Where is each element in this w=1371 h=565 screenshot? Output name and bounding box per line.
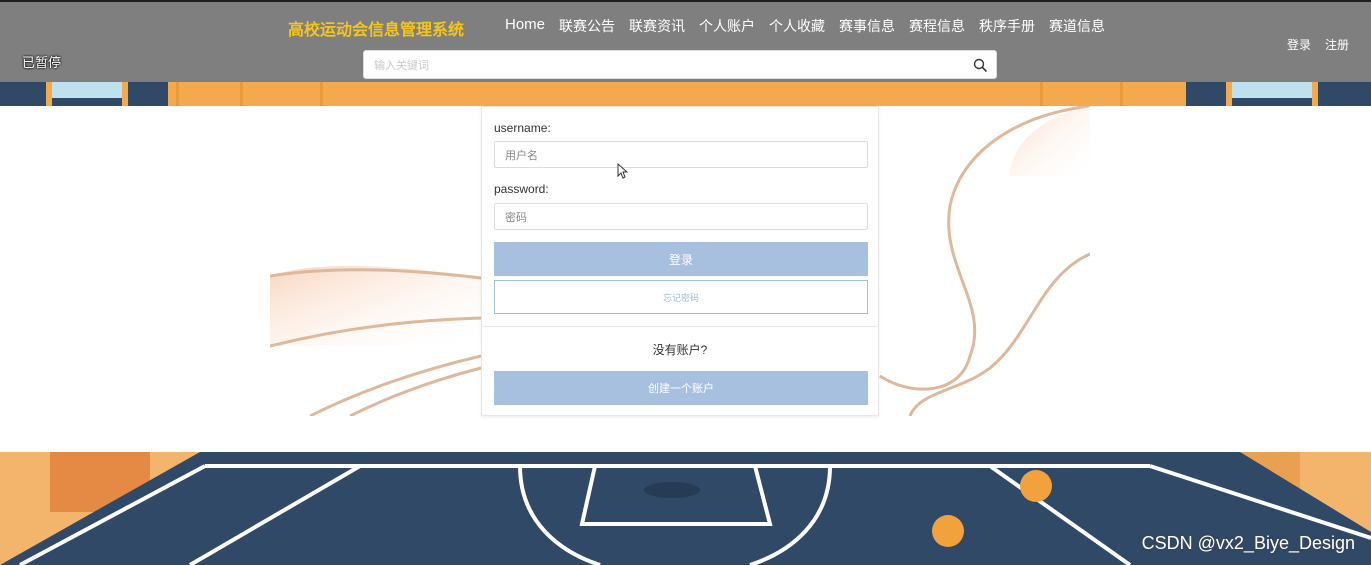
- register-link[interactable]: 注册: [1325, 36, 1349, 53]
- top-navbar: 已暂停 高校运动会信息管理系统 Home 联赛公告 联赛资讯 个人账户 个人收藏…: [0, 0, 1371, 82]
- search-bar: [363, 50, 997, 79]
- forgot-password-button[interactable]: 忘记密码: [494, 280, 868, 314]
- nav-item-schedule[interactable]: 赛程信息: [909, 16, 965, 36]
- search-input[interactable]: [372, 56, 966, 76]
- password-label: password:: [494, 182, 549, 196]
- login-link[interactable]: 登录: [1287, 36, 1311, 53]
- paused-indicator: 已暂停: [22, 55, 62, 70]
- main-nav: Home 联赛公告 联赛资讯 个人账户 个人收藏 赛事信息 赛程信息 秩序手册 …: [505, 16, 1119, 36]
- nav-item-news[interactable]: 联赛资讯: [629, 16, 685, 36]
- mouse-cursor-icon: [617, 163, 629, 179]
- nav-item-home[interactable]: Home: [505, 16, 545, 36]
- nav-item-handbook[interactable]: 秩序手册: [979, 16, 1035, 36]
- password-field: [494, 203, 868, 230]
- background-wall: [0, 82, 1371, 106]
- nav-item-tracks[interactable]: 赛道信息: [1049, 16, 1105, 36]
- login-button[interactable]: 登录: [494, 242, 868, 276]
- username-input[interactable]: [503, 147, 857, 165]
- site-title[interactable]: 高校运动会信息管理系统: [288, 16, 464, 40]
- username-field: [494, 141, 868, 168]
- auth-links: 登录 注册: [1287, 36, 1349, 53]
- nav-item-events[interactable]: 赛事信息: [839, 16, 895, 36]
- username-label: username:: [494, 121, 551, 135]
- watermark: CSDN @vx2_Biye_Design: [1141, 533, 1355, 553]
- create-account-button[interactable]: 创建一个账户: [494, 371, 868, 405]
- nav-item-account[interactable]: 个人账户: [699, 16, 755, 36]
- card-divider: [482, 326, 878, 327]
- login-card: username: password: 登录 忘记密码 没有账户? 创建一个账户: [481, 106, 879, 416]
- no-account-text: 没有账户?: [652, 343, 708, 357]
- search-icon[interactable]: [972, 57, 988, 73]
- password-input[interactable]: [503, 209, 857, 227]
- nav-item-favorites[interactable]: 个人收藏: [769, 16, 825, 36]
- nav-item-announcements[interactable]: 联赛公告: [559, 16, 615, 36]
